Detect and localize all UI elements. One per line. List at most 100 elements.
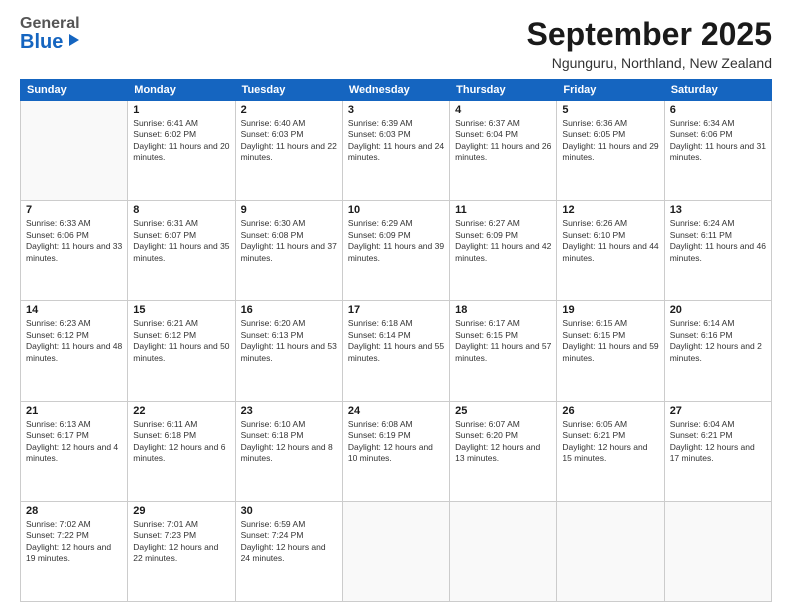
day-number: 23 bbox=[241, 405, 337, 417]
calendar-header-row: SundayMondayTuesdayWednesdayThursdayFrid… bbox=[21, 80, 772, 101]
calendar-cell: 12 Sunrise: 6:26 AMSunset: 6:10 PMDayligh… bbox=[557, 201, 664, 301]
day-number: 29 bbox=[133, 505, 229, 517]
calendar-cell: 25 Sunrise: 6:07 AMSunset: 6:20 PMDayligh… bbox=[450, 401, 557, 501]
week-row-3: 21 Sunrise: 6:13 AMSunset: 6:17 PMDayligh… bbox=[21, 401, 772, 501]
cell-info: Sunrise: 6:59 AMSunset: 7:24 PMDaylight:… bbox=[241, 519, 337, 565]
calendar-cell: 2 Sunrise: 6:40 AMSunset: 6:03 PMDaylight… bbox=[235, 101, 342, 201]
header: General Blue September 2025 Ngunguru, No… bbox=[20, 16, 772, 71]
calendar-cell bbox=[21, 101, 128, 201]
week-row-0: 1 Sunrise: 6:41 AMSunset: 6:02 PMDaylight… bbox=[21, 101, 772, 201]
day-number: 3 bbox=[348, 104, 444, 116]
calendar-cell: 1 Sunrise: 6:41 AMSunset: 6:02 PMDaylight… bbox=[128, 101, 235, 201]
calendar-cell: 16Sunrise: 6:20 AMSunset: 6:13 PMDayligh… bbox=[235, 301, 342, 401]
cell-info: Sunrise: 6:20 AMSunset: 6:13 PMDaylight:… bbox=[241, 318, 337, 364]
calendar-cell: 17 Sunrise: 6:18 AMSunset: 6:14 PMDayligh… bbox=[342, 301, 449, 401]
calendar-cell: 28Sunrise: 7:02 AMSunset: 7:22 PMDayligh… bbox=[21, 501, 128, 601]
calendar-cell: 22 Sunrise: 6:11 AMSunset: 6:18 PMDayligh… bbox=[128, 401, 235, 501]
day-number: 17 bbox=[348, 304, 444, 316]
cell-info: Sunrise: 6:21 AMSunset: 6:12 PMDaylight:… bbox=[133, 318, 229, 364]
day-number: 12 bbox=[562, 204, 658, 216]
calendar-cell bbox=[342, 501, 449, 601]
cell-info: Sunrise: 6:11 AMSunset: 6:18 PMDaylight:… bbox=[133, 419, 229, 465]
calendar-cell: 19 Sunrise: 6:15 AMSunset: 6:15 PMDayligh… bbox=[557, 301, 664, 401]
cell-info: Sunrise: 6:41 AMSunset: 6:02 PMDaylight:… bbox=[133, 118, 229, 164]
cell-info: Sunrise: 6:15 AMSunset: 6:15 PMDaylight:… bbox=[562, 318, 658, 364]
calendar-cell: 7 Sunrise: 6:33 AMSunset: 6:06 PMDaylight… bbox=[21, 201, 128, 301]
cell-info: Sunrise: 6:17 AMSunset: 6:15 PMDaylight:… bbox=[455, 318, 551, 364]
cell-info: Sunrise: 6:18 AMSunset: 6:14 PMDaylight:… bbox=[348, 318, 444, 364]
cell-info: Sunrise: 6:10 AMSunset: 6:18 PMDaylight:… bbox=[241, 419, 337, 465]
day-number: 21 bbox=[26, 405, 122, 417]
day-number: 5 bbox=[562, 104, 658, 116]
calendar-cell: 24Sunrise: 6:08 AMSunset: 6:19 PMDayligh… bbox=[342, 401, 449, 501]
cell-info: Sunrise: 6:14 AMSunset: 6:16 PMDaylight:… bbox=[670, 318, 766, 364]
col-header-tuesday: Tuesday bbox=[235, 80, 342, 101]
day-number: 2 bbox=[241, 104, 337, 116]
day-number: 19 bbox=[562, 304, 658, 316]
week-row-4: 28Sunrise: 7:02 AMSunset: 7:22 PMDayligh… bbox=[21, 501, 772, 601]
cell-info: Sunrise: 6:40 AMSunset: 6:03 PMDaylight:… bbox=[241, 118, 337, 164]
cell-info: Sunrise: 6:24 AMSunset: 6:11 PMDaylight:… bbox=[670, 218, 766, 264]
cell-info: Sunrise: 6:30 AMSunset: 6:08 PMDaylight:… bbox=[241, 218, 337, 264]
day-number: 11 bbox=[455, 204, 551, 216]
cell-info: Sunrise: 6:27 AMSunset: 6:09 PMDaylight:… bbox=[455, 218, 551, 264]
col-header-sunday: Sunday bbox=[21, 80, 128, 101]
calendar-cell: 9 Sunrise: 6:30 AMSunset: 6:08 PMDaylight… bbox=[235, 201, 342, 301]
cell-info: Sunrise: 6:39 AMSunset: 6:03 PMDaylight:… bbox=[348, 118, 444, 164]
day-number: 13 bbox=[670, 204, 766, 216]
day-number: 9 bbox=[241, 204, 337, 216]
week-row-2: 14 Sunrise: 6:23 AMSunset: 6:12 PMDayligh… bbox=[21, 301, 772, 401]
day-number: 27 bbox=[670, 405, 766, 417]
logo-general: General bbox=[20, 16, 83, 32]
day-number: 10 bbox=[348, 204, 444, 216]
calendar-cell: 30Sunrise: 6:59 AMSunset: 7:24 PMDayligh… bbox=[235, 501, 342, 601]
day-number: 4 bbox=[455, 104, 551, 116]
calendar-cell: 14 Sunrise: 6:23 AMSunset: 6:12 PMDayligh… bbox=[21, 301, 128, 401]
logo-text: General Blue bbox=[20, 16, 83, 52]
calendar-cell: 11 Sunrise: 6:27 AMSunset: 6:09 PMDayligh… bbox=[450, 201, 557, 301]
calendar-cell: 8Sunrise: 6:31 AMSunset: 6:07 PMDaylight… bbox=[128, 201, 235, 301]
calendar-cell: 5 Sunrise: 6:36 AMSunset: 6:05 PMDaylight… bbox=[557, 101, 664, 201]
day-number: 14 bbox=[26, 304, 122, 316]
day-number: 6 bbox=[670, 104, 766, 116]
day-number: 18 bbox=[455, 304, 551, 316]
week-row-1: 7 Sunrise: 6:33 AMSunset: 6:06 PMDaylight… bbox=[21, 201, 772, 301]
title-area: September 2025 Ngunguru, Northland, New … bbox=[527, 16, 772, 71]
cell-info: Sunrise: 6:04 AMSunset: 6:21 PMDaylight:… bbox=[670, 419, 766, 465]
calendar-cell bbox=[450, 501, 557, 601]
calendar-cell: 18 Sunrise: 6:17 AMSunset: 6:15 PMDayligh… bbox=[450, 301, 557, 401]
calendar-cell: 4 Sunrise: 6:37 AMSunset: 6:04 PMDaylight… bbox=[450, 101, 557, 201]
logo-blue: Blue bbox=[20, 32, 63, 52]
cell-info: Sunrise: 6:34 AMSunset: 6:06 PMDaylight:… bbox=[670, 118, 766, 164]
calendar-cell bbox=[557, 501, 664, 601]
calendar-cell: 20 Sunrise: 6:14 AMSunset: 6:16 PMDayligh… bbox=[664, 301, 771, 401]
cell-info: Sunrise: 6:23 AMSunset: 6:12 PMDaylight:… bbox=[26, 318, 122, 364]
cell-info: Sunrise: 6:33 AMSunset: 6:06 PMDaylight:… bbox=[26, 218, 122, 264]
calendar-cell: 6 Sunrise: 6:34 AMSunset: 6:06 PMDaylight… bbox=[664, 101, 771, 201]
col-header-monday: Monday bbox=[128, 80, 235, 101]
cell-info: Sunrise: 6:37 AMSunset: 6:04 PMDaylight:… bbox=[455, 118, 551, 164]
day-number: 7 bbox=[26, 204, 122, 216]
cell-info: Sunrise: 6:29 AMSunset: 6:09 PMDaylight:… bbox=[348, 218, 444, 264]
logo: General Blue bbox=[20, 16, 83, 52]
calendar-cell: 15 Sunrise: 6:21 AMSunset: 6:12 PMDayligh… bbox=[128, 301, 235, 401]
cell-info: Sunrise: 6:07 AMSunset: 6:20 PMDaylight:… bbox=[455, 419, 551, 465]
page: General Blue September 2025 Ngunguru, No… bbox=[0, 0, 792, 612]
day-number: 25 bbox=[455, 405, 551, 417]
month-title: September 2025 bbox=[527, 16, 772, 53]
col-header-wednesday: Wednesday bbox=[342, 80, 449, 101]
cell-info: Sunrise: 6:31 AMSunset: 6:07 PMDaylight:… bbox=[133, 218, 229, 264]
day-number: 15 bbox=[133, 304, 229, 316]
calendar-cell: 29Sunrise: 7:01 AMSunset: 7:23 PMDayligh… bbox=[128, 501, 235, 601]
cell-info: Sunrise: 6:26 AMSunset: 6:10 PMDaylight:… bbox=[562, 218, 658, 264]
calendar-cell: 27 Sunrise: 6:04 AMSunset: 6:21 PMDayligh… bbox=[664, 401, 771, 501]
calendar-table: SundayMondayTuesdayWednesdayThursdayFrid… bbox=[20, 79, 772, 602]
calendar-cell: 23 Sunrise: 6:10 AMSunset: 6:18 PMDayligh… bbox=[235, 401, 342, 501]
cell-info: Sunrise: 6:13 AMSunset: 6:17 PMDaylight:… bbox=[26, 419, 122, 465]
day-number: 22 bbox=[133, 405, 229, 417]
col-header-saturday: Saturday bbox=[664, 80, 771, 101]
day-number: 1 bbox=[133, 104, 229, 116]
calendar-cell: 26Sunrise: 6:05 AMSunset: 6:21 PMDayligh… bbox=[557, 401, 664, 501]
cell-info: Sunrise: 6:36 AMSunset: 6:05 PMDaylight:… bbox=[562, 118, 658, 164]
day-number: 20 bbox=[670, 304, 766, 316]
